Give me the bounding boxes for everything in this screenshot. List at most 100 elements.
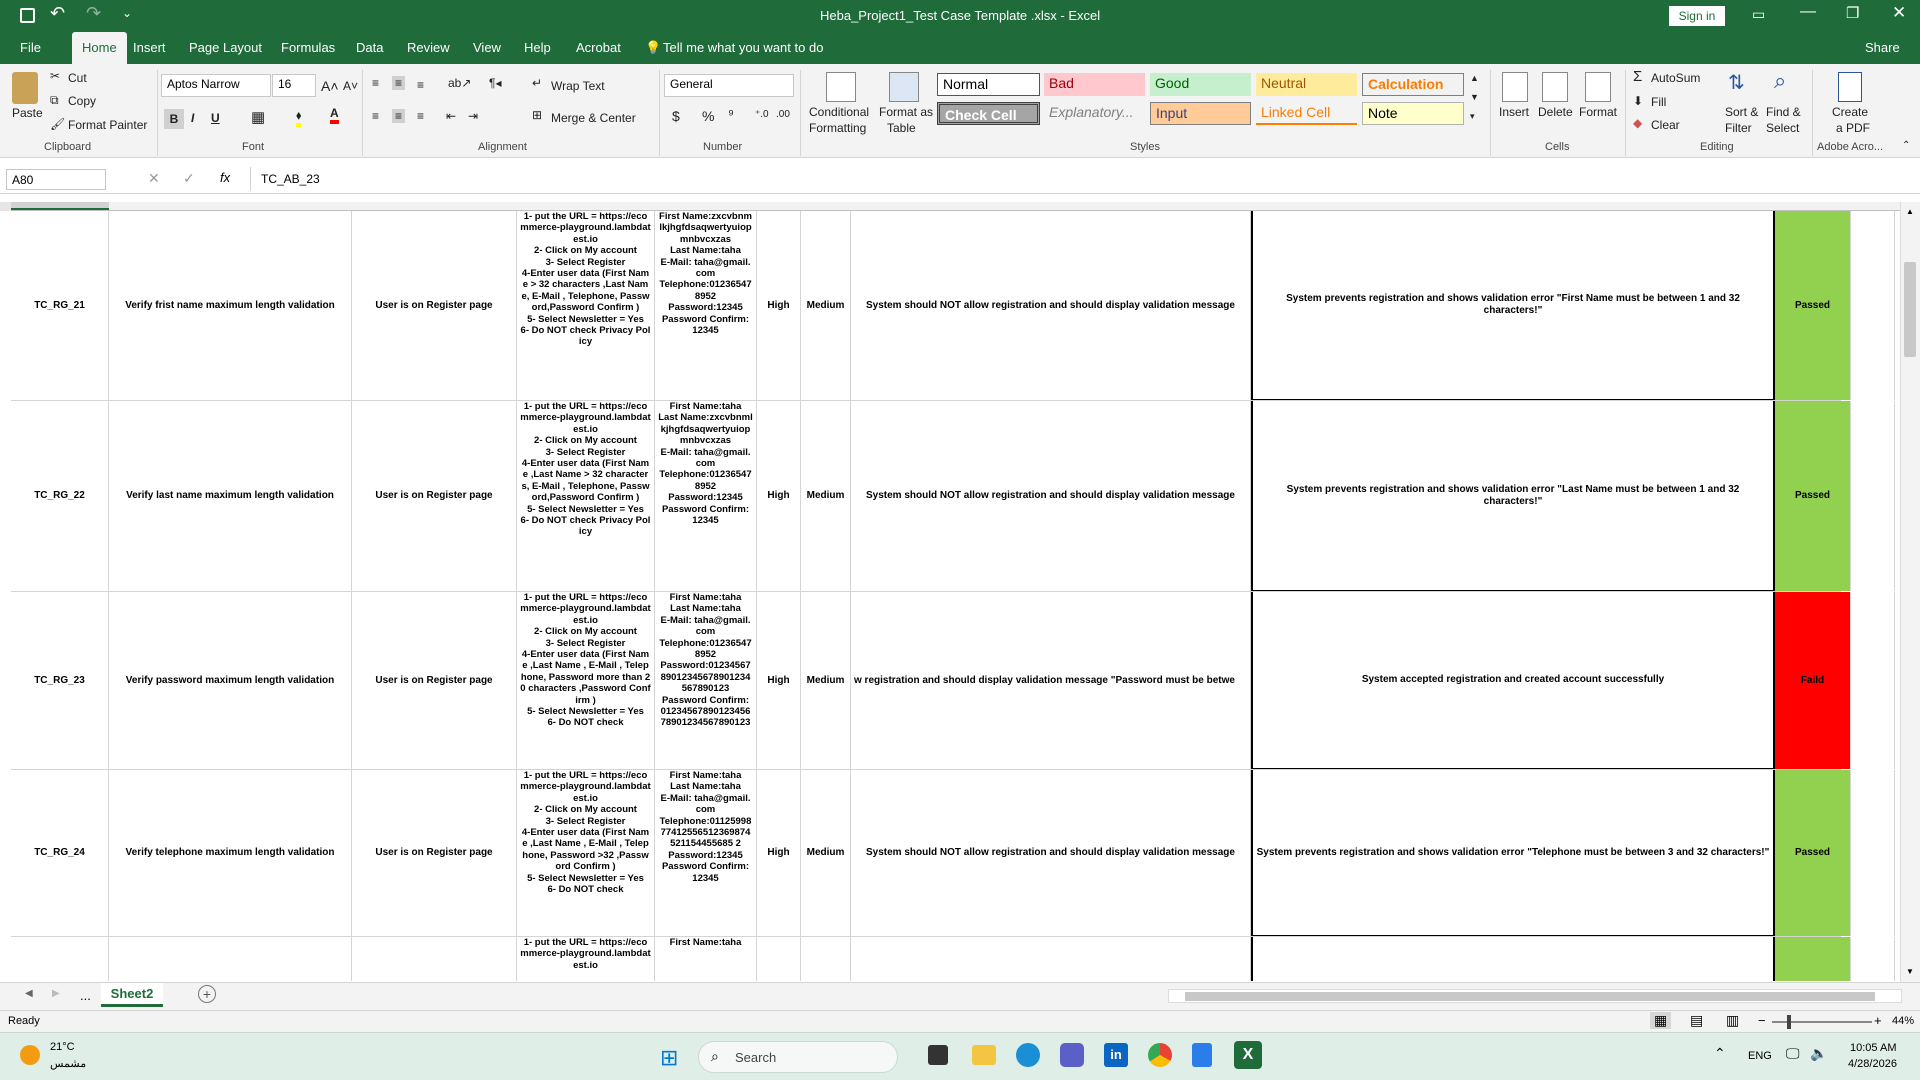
test-title-cell[interactable]	[109, 937, 352, 981]
number-format-select[interactable]: General	[664, 74, 794, 97]
formula-input[interactable]: TC_AB_23	[250, 167, 1910, 191]
cut-button[interactable]: Cut	[68, 71, 87, 85]
select-all-corner[interactable]	[0, 202, 11, 211]
increase-indent-icon[interactable]: ⇥	[468, 109, 478, 123]
expected-result-cell[interactable]	[851, 937, 1251, 981]
tab-page-layout[interactable]: Page Layout	[189, 40, 262, 55]
actual-result-cell[interactable]: System accepted registration and created…	[1251, 592, 1775, 769]
task-view-icon[interactable]	[928, 1045, 948, 1065]
insert-function-icon[interactable]: fx	[220, 170, 230, 185]
align-middle-icon[interactable]: ≡	[392, 76, 406, 90]
borders-icon[interactable]: ▦	[251, 108, 265, 126]
style-calculation[interactable]: Calculation	[1362, 73, 1464, 96]
align-bottom-icon[interactable]: ≡	[417, 78, 424, 92]
redo-icon[interactable]: ↷	[86, 3, 101, 24]
tab-file[interactable]: File	[20, 40, 41, 55]
decrease-decimal-icon[interactable]: .00	[776, 109, 790, 120]
prev-sheet-icon[interactable]: ◀	[25, 988, 33, 999]
priority-cell[interactable]: High	[757, 401, 801, 591]
next-sheet-icon[interactable]: ▶	[52, 988, 60, 999]
tell-me-search[interactable]: Tell me what you want to do	[663, 40, 823, 55]
severity-cell[interactable]: Medium	[801, 770, 851, 936]
test-case-id-cell[interactable]	[11, 937, 109, 981]
edge-icon[interactable]	[1016, 1043, 1040, 1067]
zoom-out-icon[interactable]: −	[1758, 1013, 1766, 1028]
ribbon-display-icon[interactable]: ▭	[1752, 6, 1765, 23]
shrink-font-icon[interactable]: A˅	[343, 79, 358, 93]
vertical-scrollbar[interactable]: ▲ ▼	[1900, 202, 1920, 982]
tab-acrobat[interactable]: Acrobat	[576, 40, 621, 55]
excel-taskbar-icon[interactable]: X	[1234, 1041, 1262, 1069]
style-check-cell[interactable]: Check Cell	[937, 102, 1040, 125]
orientation-icon[interactable]: ab↗	[448, 76, 471, 90]
fill-color-icon[interactable]: ⬧	[296, 108, 302, 127]
fill-button[interactable]: Fill	[1651, 95, 1666, 109]
priority-cell[interactable]	[757, 937, 801, 981]
customize-qat-icon[interactable]: ⌄	[122, 6, 132, 20]
cancel-icon[interactable]: ✕	[148, 170, 160, 187]
test-title-cell[interactable]: Verify password maximum length validatio…	[109, 592, 352, 769]
status-cell[interactable]: Faild	[1775, 592, 1851, 769]
severity-cell[interactable]: Medium	[801, 592, 851, 769]
page-layout-view-icon[interactable]: ▤	[1690, 1012, 1703, 1029]
styles-scroll-up-icon[interactable]: ▲	[1470, 73, 1479, 83]
autosum-button[interactable]: AutoSum	[1651, 71, 1700, 85]
scroll-up-icon[interactable]: ▲	[1906, 207, 1914, 216]
precondition-cell[interactable]: User is on Register page	[352, 401, 517, 591]
restore-icon[interactable]: ❐	[1846, 4, 1859, 22]
insert-cells-button[interactable]: Insert	[1499, 105, 1529, 119]
save-icon[interactable]	[20, 8, 35, 23]
actual-result-cell[interactable]: System prevents registration and shows v…	[1251, 401, 1775, 591]
worksheet-grid[interactable]: TC_RG_21 Verify frist name maximum length…	[0, 211, 1900, 981]
page-break-view-icon[interactable]: ▥	[1726, 1012, 1739, 1029]
normal-view-icon[interactable]: ▦	[1650, 1012, 1672, 1029]
zoom-level[interactable]: 44%	[1892, 1015, 1914, 1027]
format-as-table-button[interactable]: Format as	[879, 105, 933, 119]
clock-time[interactable]: 10:05 AM	[1850, 1042, 1896, 1054]
format-as-table-icon[interactable]	[889, 72, 919, 102]
precondition-cell[interactable]: User is on Register page	[352, 211, 517, 400]
style-note[interactable]: Note	[1362, 102, 1464, 125]
minimize-icon[interactable]: —	[1800, 3, 1816, 21]
bold-icon[interactable]: B	[164, 109, 184, 129]
linkedin-icon[interactable]: in	[1104, 1043, 1128, 1067]
more-sheets-button[interactable]: ...	[80, 988, 91, 1003]
notepad-icon[interactable]	[1192, 1043, 1212, 1067]
test-steps-cell[interactable]: 1- put the URL = https://ecommerce-playg…	[517, 937, 655, 981]
test-steps-cell[interactable]: 1- put the URL = https://ecommerce-playg…	[517, 401, 655, 591]
align-center-icon[interactable]: ≡	[392, 109, 406, 123]
test-title-cell[interactable]: Verify last name maximum length validati…	[109, 401, 352, 591]
test-case-id-cell[interactable]: TC_RG_24	[11, 770, 109, 936]
wrap-text-button[interactable]: Wrap Text	[551, 79, 605, 93]
tab-data[interactable]: Data	[356, 40, 383, 55]
test-steps-cell[interactable]: 1- put the URL = https://ecommerce-playg…	[517, 770, 655, 936]
rtl-icon[interactable]: ¶◂	[489, 76, 501, 90]
test-case-id-cell[interactable]: TC_RG_21	[11, 211, 109, 400]
enter-icon[interactable]: ✓	[183, 170, 195, 187]
align-top-icon[interactable]: ≡	[372, 76, 379, 90]
horizontal-scrollbar[interactable]	[1168, 989, 1902, 1003]
test-data-cell[interactable]: First Name:taha Last Name:taha E-Mail: t…	[655, 592, 757, 769]
test-data-cell[interactable]: First Name:taha Last Name:taha E-Mail: t…	[655, 770, 757, 936]
start-icon[interactable]: ⊞	[660, 1045, 678, 1071]
tab-help[interactable]: Help	[524, 40, 551, 55]
scroll-thumb[interactable]	[1904, 262, 1916, 357]
file-explorer-icon[interactable]	[972, 1045, 996, 1065]
tab-review[interactable]: Review	[407, 40, 450, 55]
precondition-cell[interactable]	[352, 937, 517, 981]
font-size-select[interactable]: 16	[272, 74, 316, 97]
expected-result-cell[interactable]: System should NOT allow registration and…	[851, 770, 1251, 936]
test-data-cell[interactable]: First Name:taha Last Name:zxcvbnmlkjhgfd…	[655, 401, 757, 591]
sort-filter-button[interactable]: Sort &	[1725, 105, 1758, 119]
tab-insert[interactable]: Insert	[133, 40, 166, 55]
zoom-in-icon[interactable]: +	[1874, 1013, 1882, 1028]
paste-icon[interactable]	[12, 72, 38, 104]
styles-more-icon[interactable]: ▾	[1470, 111, 1475, 122]
actual-result-cell[interactable]: System prevents registration and shows v…	[1251, 770, 1775, 936]
tab-home[interactable]: Home	[72, 32, 127, 64]
weather-icon[interactable]	[20, 1045, 40, 1065]
priority-cell[interactable]: High	[757, 211, 801, 400]
align-left-icon[interactable]: ≡	[372, 109, 379, 123]
clear-button[interactable]: Clear	[1651, 118, 1680, 132]
test-data-cell[interactable]: First Name:zxcvbnmlkjhgfdsaqwertyuiopmnb…	[655, 211, 757, 400]
